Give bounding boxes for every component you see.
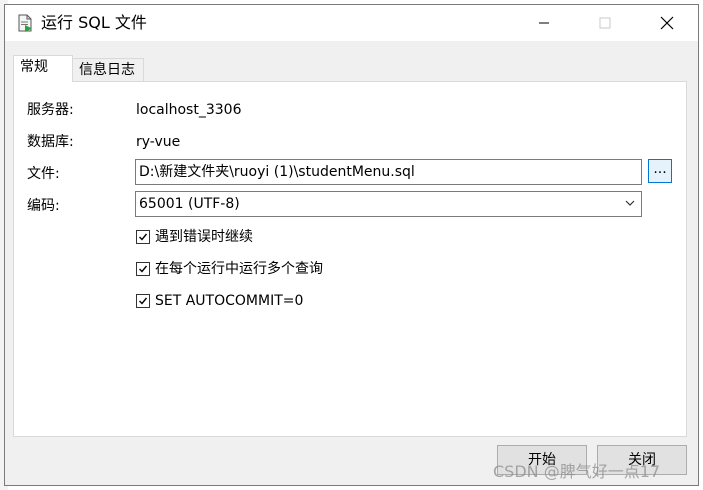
- database-value: ry-vue: [136, 134, 181, 150]
- file-path-input[interactable]: D:\新建文件夹\ruoyi (1)\studentMenu.sql: [135, 159, 642, 185]
- checkbox-box: [136, 294, 150, 308]
- autocommit-label: SET AUTOCOMMIT=0: [155, 293, 304, 309]
- run-sql-file-dialog: 运行 SQL 文件 常规 信息日志 服务器: localhost_3306 数据…: [4, 4, 699, 486]
- maximize-button[interactable]: [576, 5, 634, 41]
- general-panel: [13, 81, 687, 437]
- sql-file-run-icon: [18, 14, 32, 32]
- checkbox-box: [136, 262, 150, 276]
- checkbox-box: [136, 230, 150, 244]
- close-icon: [660, 16, 674, 30]
- check-icon: [139, 265, 148, 273]
- continue-on-error-checkbox[interactable]: 遇到错误时继续: [136, 229, 253, 245]
- tab-message-log[interactable]: 信息日志: [72, 58, 144, 82]
- window-title: 运行 SQL 文件: [41, 13, 147, 32]
- file-label: 文件:: [27, 166, 60, 182]
- browse-button[interactable]: ...: [648, 159, 672, 183]
- encoding-select[interactable]: 65001 (UTF-8): [135, 191, 642, 217]
- minimize-button[interactable]: [515, 5, 573, 41]
- title-bar: 运行 SQL 文件: [5, 5, 698, 41]
- multiple-queries-label: 在每个运行中运行多个查询: [155, 261, 323, 277]
- multiple-queries-checkbox[interactable]: 在每个运行中运行多个查询: [136, 261, 323, 277]
- server-value: localhost_3306: [136, 102, 242, 118]
- close-window-button[interactable]: [638, 5, 696, 41]
- watermark: CSDN @脾气好一点17: [493, 462, 661, 481]
- tab-general[interactable]: 常规: [13, 55, 73, 82]
- check-icon: [139, 233, 148, 241]
- encoding-label: 编码:: [27, 198, 60, 214]
- autocommit-checkbox[interactable]: SET AUTOCOMMIT=0: [136, 293, 303, 309]
- check-icon: [139, 297, 148, 305]
- chevron-down-icon: [625, 200, 635, 206]
- server-label: 服务器:: [27, 102, 74, 118]
- continue-on-error-label: 遇到错误时继续: [155, 229, 253, 245]
- encoding-selected-value: 65001 (UTF-8): [139, 196, 240, 212]
- maximize-icon: [599, 17, 611, 29]
- minimize-icon: [539, 22, 549, 24]
- database-label: 数据库:: [27, 134, 74, 150]
